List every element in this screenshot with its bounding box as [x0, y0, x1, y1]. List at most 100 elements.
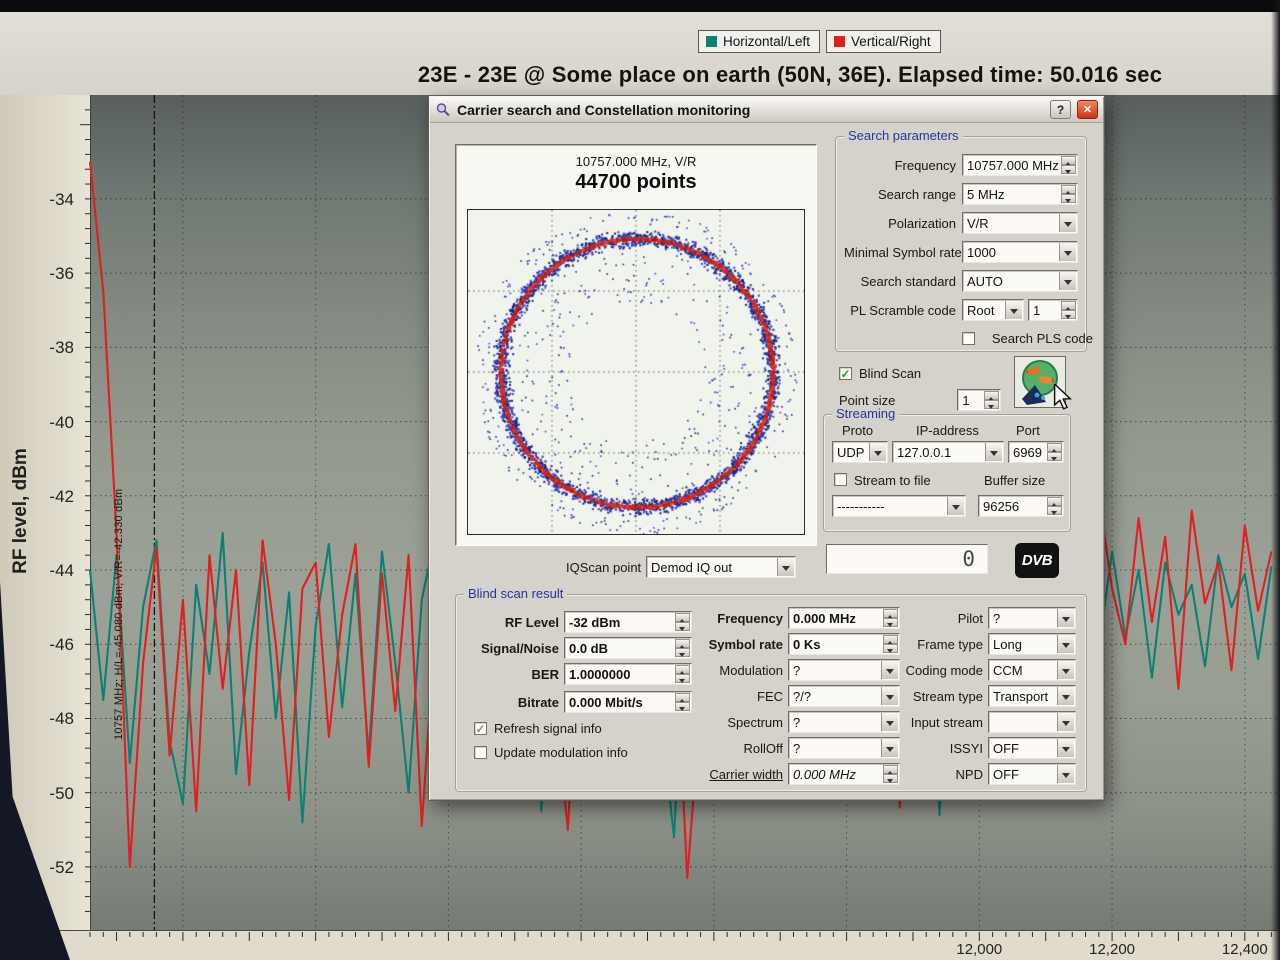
- combo-arrow-icon[interactable]: [1057, 609, 1074, 627]
- minimal-symbol-rate-combo[interactable]: 1000: [962, 241, 1078, 263]
- spectrum-combo[interactable]: ?: [788, 711, 900, 733]
- combo-arrow-icon[interactable]: [881, 739, 898, 757]
- proto-header: Proto: [842, 423, 873, 438]
- fec-label: FEC: [700, 689, 788, 704]
- dvb-logo: DVB: [1015, 543, 1059, 578]
- search-standard-combo[interactable]: AUTO: [962, 270, 1078, 292]
- npd-combo[interactable]: OFF: [988, 763, 1076, 785]
- blind-scan-checkbox[interactable]: ✓: [839, 367, 852, 380]
- legend: Horizontal/Left Vertical/Right: [698, 30, 941, 53]
- symbol-rate-field[interactable]: 0 Ks: [788, 633, 900, 655]
- pilot-combo[interactable]: ?: [988, 607, 1076, 629]
- mouse-cursor-icon: [1053, 384, 1075, 415]
- refresh-signal-info-checkbox[interactable]: ✓: [474, 722, 487, 735]
- combo-arrow-icon[interactable]: [1057, 687, 1074, 705]
- signal-noise-field[interactable]: 0.0 dB: [564, 637, 692, 659]
- frequency-label: Frequency: [844, 158, 962, 173]
- ip-address-header: IP-address: [916, 423, 979, 438]
- spinner[interactable]: [1061, 185, 1076, 203]
- fec-combo[interactable]: ?/?: [788, 685, 900, 707]
- combo-arrow-icon[interactable]: [1057, 713, 1074, 731]
- pl-scramble-index-field[interactable]: 1: [1028, 299, 1078, 321]
- port-field[interactable]: 6969: [1008, 441, 1064, 463]
- spinner[interactable]: [675, 639, 690, 657]
- stream-file-combo[interactable]: -----------: [832, 495, 966, 517]
- proto-combo[interactable]: UDP: [832, 441, 888, 463]
- ber-field[interactable]: 1.0000000: [564, 663, 692, 685]
- spinner[interactable]: [883, 765, 898, 783]
- iqscan-point-combo[interactable]: Demod IQ out: [646, 556, 796, 578]
- combo-arrow-icon[interactable]: [869, 443, 886, 461]
- search-standard-label: Search standard: [844, 274, 962, 289]
- npd-label: NPD: [904, 767, 988, 782]
- constellation-plot: [467, 209, 805, 535]
- y-tick-label: -44: [26, 561, 74, 581]
- polarization-label: Polarization: [844, 216, 962, 231]
- legend-horizontal-left[interactable]: Horizontal/Left: [698, 30, 820, 53]
- x-tick-label: 12,400: [1210, 941, 1280, 958]
- help-button[interactable]: ?: [1050, 100, 1071, 119]
- search-pls-code-checkbox[interactable]: [962, 332, 975, 345]
- bitrate-label: Bitrate: [464, 695, 564, 710]
- issyi-combo[interactable]: OFF: [988, 737, 1076, 759]
- streaming-group: Streaming Proto IP-address Port UDP 127.…: [823, 414, 1071, 532]
- combo-arrow-icon[interactable]: [1057, 739, 1074, 757]
- spinner[interactable]: [1047, 443, 1062, 461]
- stream-type-combo[interactable]: Transport: [988, 685, 1076, 707]
- stream-to-file-checkbox[interactable]: [834, 473, 847, 486]
- combo-arrow-icon[interactable]: [1005, 301, 1022, 319]
- spectrum-label: Spectrum: [700, 715, 788, 730]
- spinner[interactable]: [1061, 301, 1076, 319]
- frequency-field[interactable]: 10757.000 MHz: [962, 154, 1078, 176]
- combo-arrow-icon[interactable]: [881, 661, 898, 679]
- point-size-field[interactable]: 1: [957, 389, 1001, 411]
- vertical-right-swatch-icon: [834, 36, 845, 47]
- rolloff-label: RollOff: [700, 741, 788, 756]
- combo-arrow-icon[interactable]: [881, 713, 898, 731]
- ip-address-combo[interactable]: 127.0.0.1: [892, 441, 1004, 463]
- spinner[interactable]: [883, 635, 898, 653]
- combo-arrow-icon[interactable]: [1057, 661, 1074, 679]
- constellation-points-count: 44700 points: [456, 171, 816, 194]
- coding-mode-combo[interactable]: CCM: [988, 659, 1076, 681]
- spinner[interactable]: [675, 613, 690, 631]
- update-modulation-info-checkbox[interactable]: [474, 746, 487, 759]
- combo-arrow-icon[interactable]: [881, 687, 898, 705]
- combo-arrow-icon[interactable]: [1059, 243, 1076, 261]
- result-frequency-field[interactable]: 0.000 MHz: [788, 607, 900, 629]
- close-button[interactable]: ✕: [1077, 100, 1098, 119]
- bitrate-field[interactable]: 0.000 Mbit/s: [564, 691, 692, 713]
- spinner[interactable]: [1047, 497, 1062, 515]
- modulation-combo[interactable]: ?: [788, 659, 900, 681]
- rolloff-combo[interactable]: ?: [788, 737, 900, 759]
- screen-bezel-top: [0, 0, 1280, 12]
- dialog-titlebar[interactable]: Carrier search and Constellation monitor…: [430, 97, 1103, 123]
- search-range-field[interactable]: 5 MHz: [962, 183, 1078, 205]
- rf-level-field[interactable]: -32 dBm: [564, 611, 692, 633]
- carrier-width-field[interactable]: 0.000 MHz: [788, 763, 900, 785]
- minimal-symbol-rate-label: Minimal Symbol rate: [844, 245, 962, 260]
- frame-type-combo[interactable]: Long: [988, 633, 1076, 655]
- spinner[interactable]: [984, 391, 999, 409]
- combo-arrow-icon[interactable]: [777, 558, 794, 576]
- pilot-label: Pilot: [904, 611, 988, 626]
- carrier-width-label: Carrier width: [700, 767, 788, 782]
- search-pls-code-label: Search PLS code: [981, 331, 1099, 346]
- iqscan-point-label: IQScan point: [566, 560, 641, 575]
- polarization-combo[interactable]: V/R: [962, 212, 1078, 234]
- combo-arrow-icon[interactable]: [1059, 214, 1076, 232]
- spinner[interactable]: [883, 609, 898, 627]
- pl-scramble-root-combo[interactable]: Root: [962, 299, 1024, 321]
- buffer-size-field[interactable]: 96256: [978, 495, 1064, 517]
- combo-arrow-icon[interactable]: [1057, 765, 1074, 783]
- combo-arrow-icon[interactable]: [1057, 635, 1074, 653]
- combo-arrow-icon[interactable]: [985, 443, 1002, 461]
- spinner[interactable]: [675, 693, 690, 711]
- legend-vertical-right[interactable]: Vertical/Right: [826, 30, 941, 53]
- combo-arrow-icon[interactable]: [1059, 272, 1076, 290]
- combo-arrow-icon[interactable]: [947, 497, 964, 515]
- x-tick-label: 12,200: [1077, 941, 1147, 958]
- input-stream-combo[interactable]: [988, 711, 1076, 733]
- spinner[interactable]: [1061, 156, 1076, 174]
- spinner[interactable]: [675, 665, 690, 683]
